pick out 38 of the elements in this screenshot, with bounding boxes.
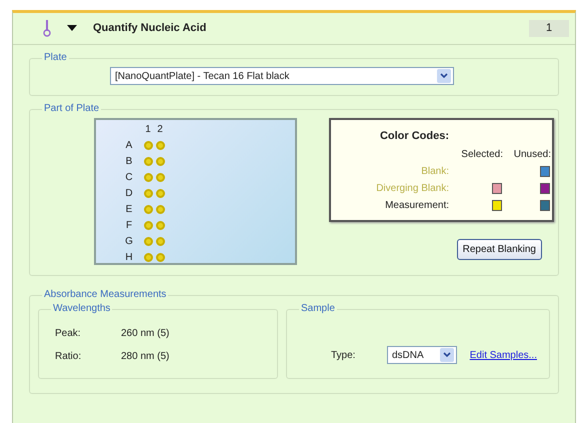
row-label: F	[126, 219, 132, 233]
legend-label: Diverging Blank:	[376, 182, 449, 196]
caret-down-icon	[67, 24, 77, 32]
field-label: Type:	[331, 348, 356, 362]
plate-dropdown[interactable]: [NanoQuantPlate] - Tecan 16 Flat black	[110, 67, 454, 85]
legend-label: Blank:	[421, 164, 449, 178]
step-number: 1	[529, 20, 569, 37]
field-label: Peak:	[55, 327, 82, 341]
group-label: Wavelengths	[52, 304, 112, 314]
legend-label: Measurement:	[385, 198, 449, 212]
chevron-down-icon	[443, 352, 451, 358]
row-label: G	[125, 235, 133, 249]
row-label: C	[125, 171, 133, 185]
group-label: Sample	[300, 304, 336, 314]
field-value: 280 nm (5)	[121, 350, 170, 364]
type-dropdown[interactable]: dsDNA	[387, 346, 457, 364]
row-label: B	[126, 155, 132, 169]
chevron-down-icon	[440, 73, 448, 79]
group-label: Absorbance Measurements	[43, 290, 168, 300]
repeat-blanking-button[interactable]: Repeat Blanking	[456, 239, 542, 260]
dropdown-button[interactable]	[437, 69, 451, 83]
section-title: Quantify Nucleic Acid	[93, 21, 208, 36]
column-label: 2	[157, 123, 163, 137]
group-label: Plate	[43, 53, 68, 63]
row-label: D	[125, 187, 133, 201]
group-label: Part of Plate	[43, 104, 100, 114]
column-label: 1	[145, 123, 151, 137]
row-label: E	[126, 203, 132, 217]
thermometer-icon	[43, 20, 51, 38]
field-value: 260 nm (5)	[121, 327, 170, 341]
column-header: Selected:	[461, 148, 503, 162]
row-label: A	[126, 139, 132, 153]
column-header: Unused:	[514, 148, 551, 162]
dropdown-button[interactable]	[440, 348, 454, 362]
edit-samples-link[interactable]: Edit Samples...	[470, 348, 537, 362]
field-label: Ratio:	[55, 350, 82, 364]
row-label: H	[125, 251, 133, 265]
popup-title: Color Codes:	[380, 129, 449, 144]
